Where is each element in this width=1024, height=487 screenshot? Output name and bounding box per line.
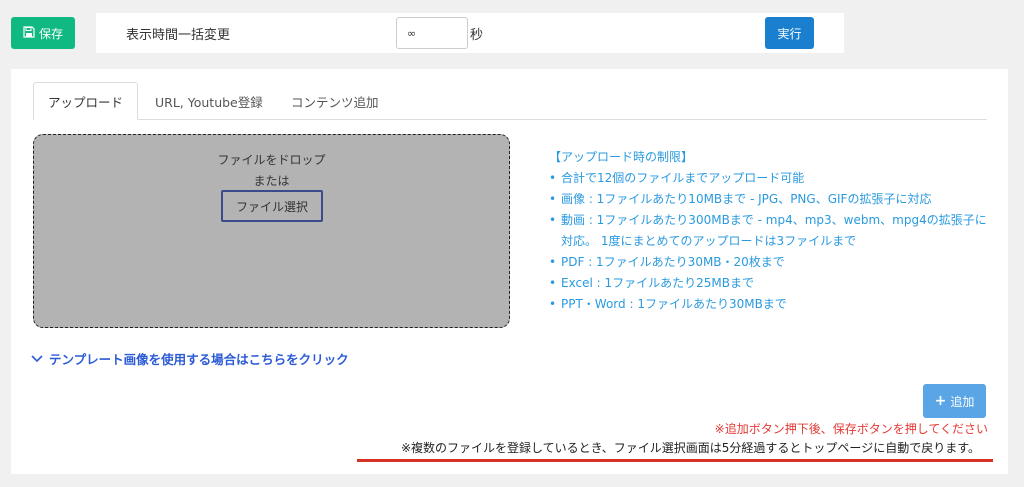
limits-title: 【アップロード時の制限】 <box>549 150 694 164</box>
save-label: 保存 <box>38 26 63 41</box>
tab-url-youtube[interactable]: URL, Youtube登録 <box>141 82 277 120</box>
upload-panel: アップロード URL, Youtube登録 コンテンツ追加 ファイルをドロップ … <box>11 69 1008 474</box>
template-image-link[interactable]: テンプレート画像を使用する場合はこちらをクリック <box>31 349 349 368</box>
file-select-button[interactable]: ファイル選択 <box>221 190 323 222</box>
bulk-duration-label: 表示時間一括変更 <box>126 28 231 43</box>
limits-list: 合計で12個のファイルまでアップロード可能 画像 : 1ファイルあたり10MBま… <box>549 168 989 315</box>
save-reminder-note: ※追加ボタン押下後、保存ボタンを押してください <box>714 422 988 436</box>
tab-upload[interactable]: アップロード <box>33 82 139 120</box>
add-label: 追加 <box>950 394 975 409</box>
save-button[interactable]: 保存 <box>11 17 75 49</box>
tab-add-content[interactable]: コンテンツ追加 <box>277 82 393 120</box>
dropzone-or-text: または <box>253 174 290 188</box>
plus-icon: + <box>934 393 947 409</box>
file-dropzone[interactable]: ファイルをドロップ または ファイル選択 <box>33 134 510 328</box>
list-item: 画像 : 1ファイルあたり10MBまで - JPG、PNG、GIFの拡張子に対応 <box>549 189 989 210</box>
timeout-note: ※複数のファイルを登録しているとき、ファイル選択画面は5分経過するとトップページ… <box>400 441 980 455</box>
add-button[interactable]: + 追加 <box>923 384 986 418</box>
bulk-duration-toolbar: 表示時間一括変更 ∞ 秒 実行 <box>96 13 844 53</box>
floppy-disk-icon <box>23 25 35 41</box>
dropzone-drop-text: ファイルをドロップ <box>217 153 326 167</box>
tab-bar: アップロード URL, Youtube登録 コンテンツ追加 <box>33 82 987 120</box>
duration-input[interactable]: ∞ <box>396 17 468 49</box>
seconds-unit: 秒 <box>470 28 484 43</box>
list-item: 動画 : 1ファイルあたり300MBまで - mp4、mp3、webm、mpg4… <box>549 210 989 252</box>
upload-limits: 【アップロード時の制限】 合計で12個のファイルまでアップロード可能 画像 : … <box>549 147 989 315</box>
template-link-label: テンプレート画像を使用する場合はこちらをクリック <box>49 352 349 367</box>
list-item: 合計で12個のファイルまでアップロード可能 <box>549 168 989 189</box>
chevron-down-icon <box>31 351 43 366</box>
list-item: PDF : 1ファイルあたり30MB・20枚まで <box>549 252 989 273</box>
note-underline <box>357 459 993 462</box>
list-item: PPT・Word : 1ファイルあたり30MBまで <box>549 294 989 315</box>
run-button[interactable]: 実行 <box>765 17 814 49</box>
list-item: Excel : 1ファイルあたり25MBまで <box>549 273 989 294</box>
